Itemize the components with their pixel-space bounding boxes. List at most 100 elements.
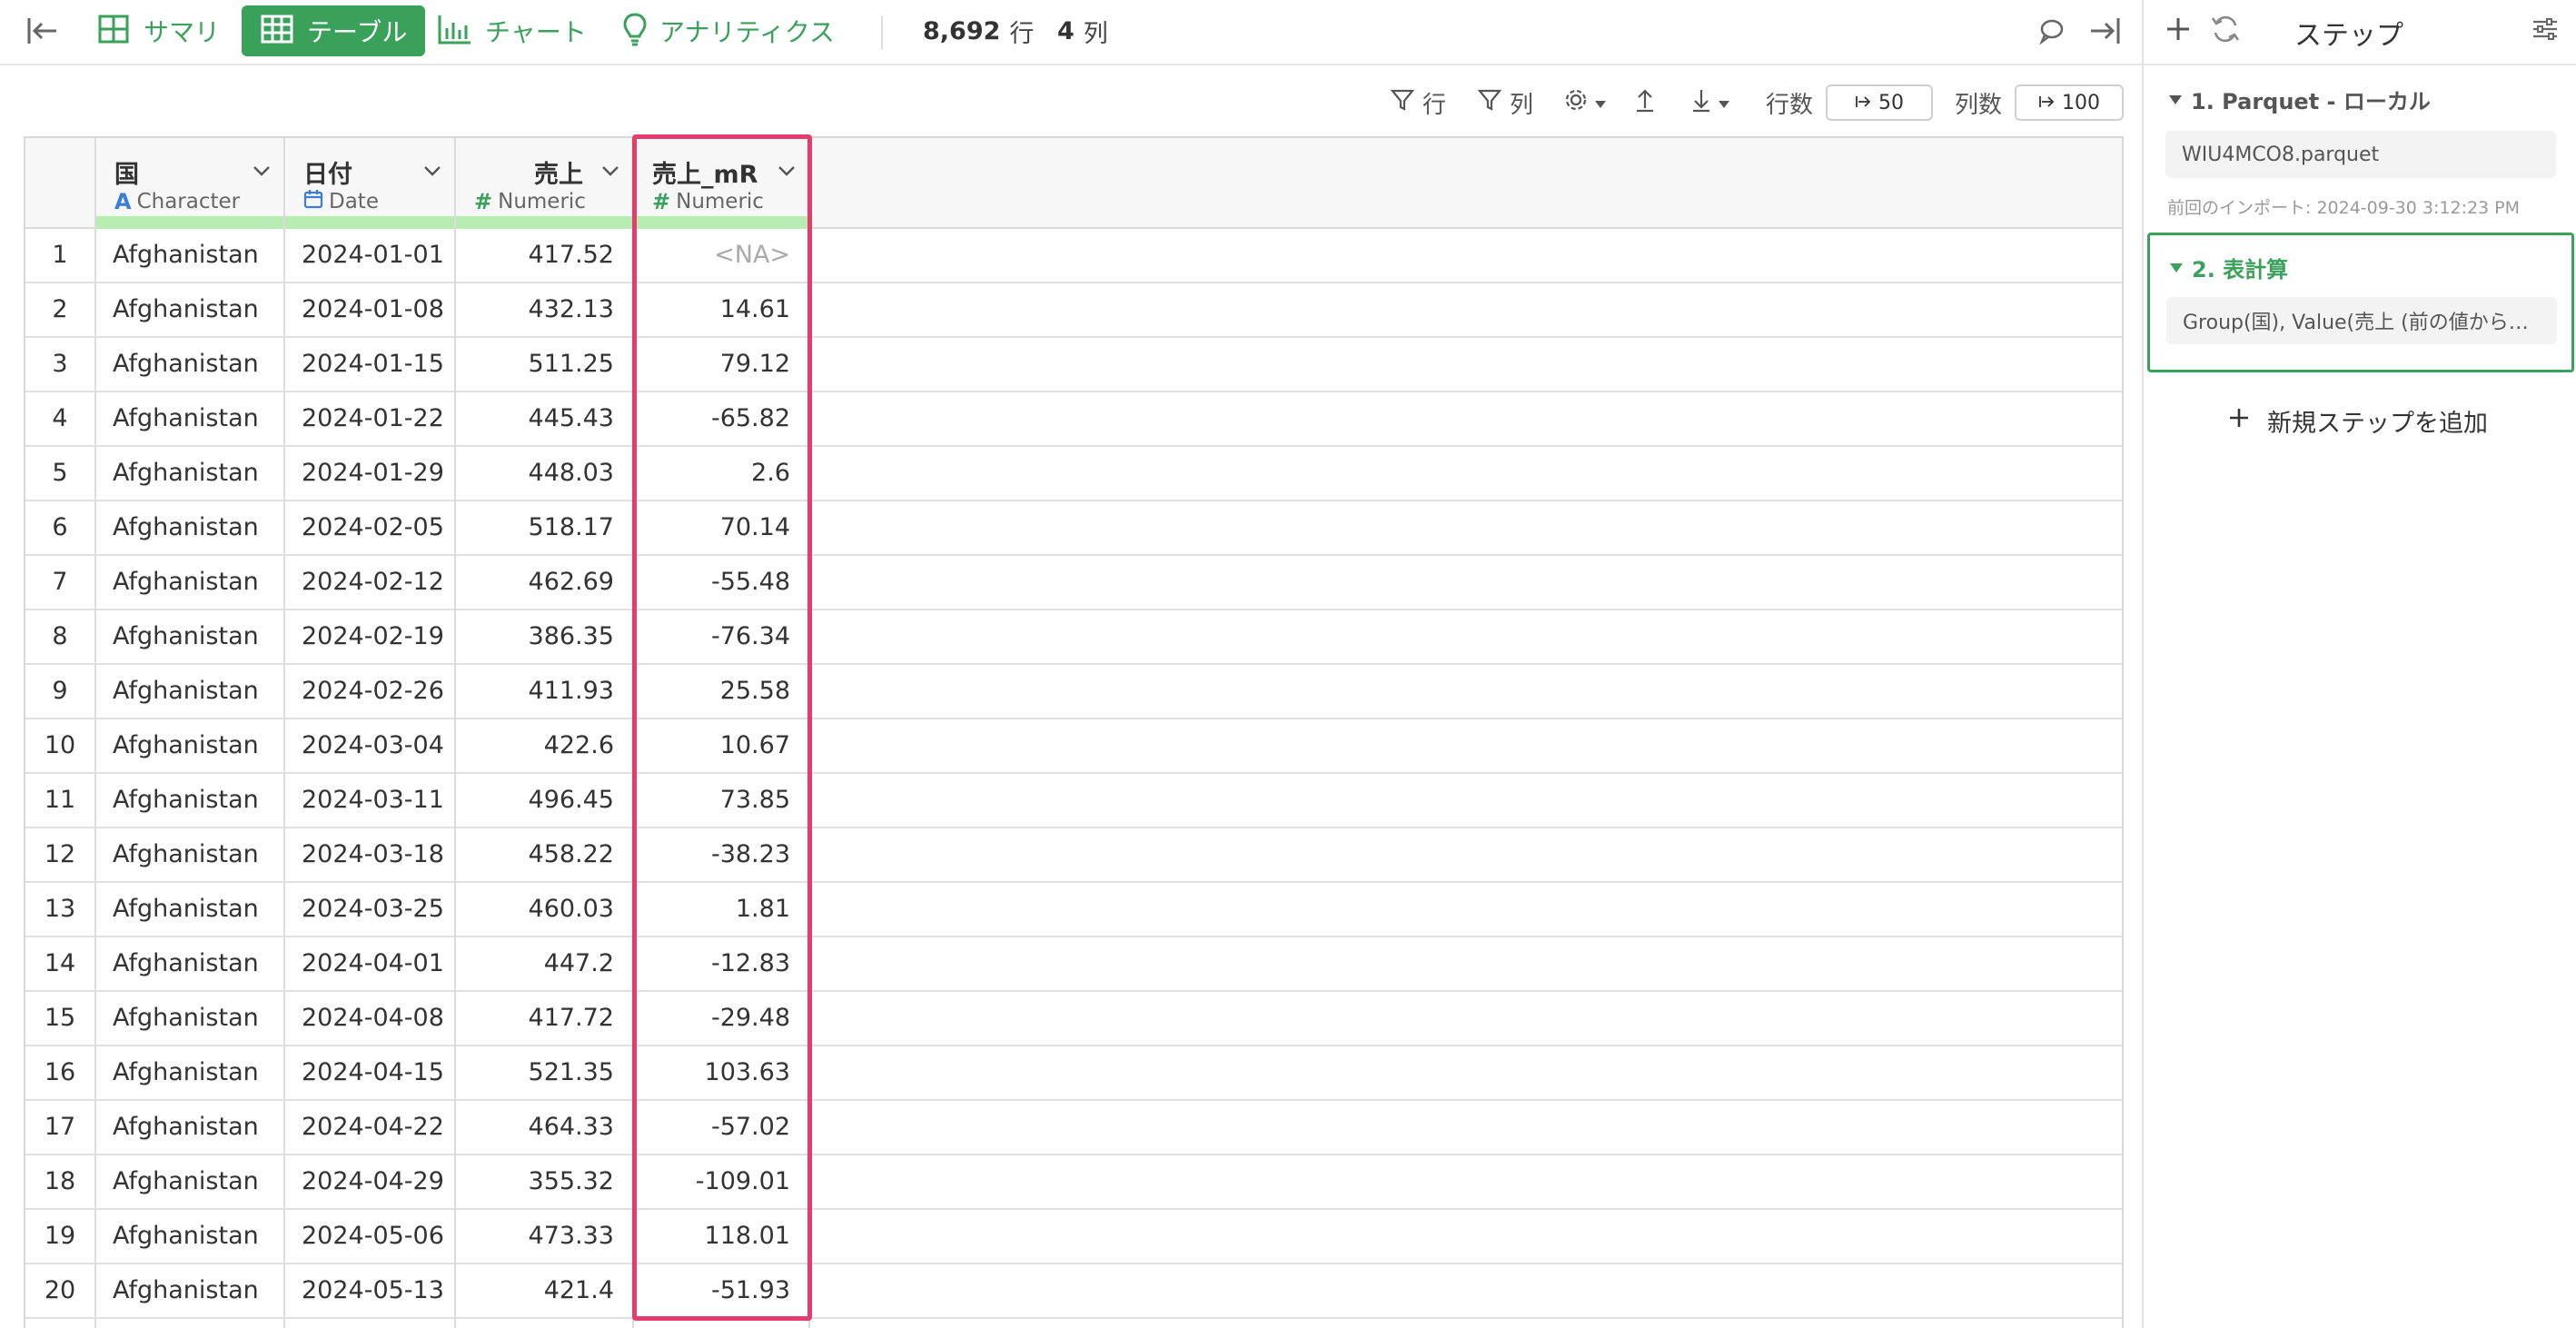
cell-sales-mr[interactable]: <NA> — [634, 229, 790, 282]
tab-table[interactable]: テーブル — [242, 5, 426, 56]
cell-sales[interactable]: 355.32 — [456, 1155, 614, 1208]
cell-sales[interactable]: 462.69 — [456, 556, 614, 609]
column-header-sales-mr[interactable]: 売上_mR # Numeric — [634, 138, 808, 229]
cell-country[interactable]: Afghanistan — [113, 1210, 283, 1263]
cell-date[interactable]: 2024-03-25 — [302, 883, 454, 936]
table-row[interactable]: 20 Afghanistan 2024-05-13 421.4 -51.93 — [25, 1264, 2122, 1319]
cell-country[interactable]: Afghanistan — [113, 665, 283, 718]
cell-date[interactable]: 2024-04-08 — [302, 992, 454, 1045]
chevron-down-icon[interactable] — [421, 160, 443, 182]
cell-sales-mr[interactable]: -109.01 — [634, 1155, 790, 1208]
tab-chart[interactable]: チャート — [436, 5, 587, 56]
table-row[interactable]: 10 Afghanistan 2024-03-04 422.6 10.67 — [25, 719, 2122, 774]
cell-country[interactable]: Afghanistan — [113, 937, 283, 990]
cell-country[interactable]: Afghanistan — [113, 719, 283, 772]
filter-rows-button[interactable]: 行 — [1390, 80, 1446, 125]
cell-sales[interactable]: 511.25 — [456, 338, 614, 391]
table-row[interactable]: 7 Afghanistan 2024-02-12 462.69 -55.48 — [25, 556, 2122, 610]
table-row[interactable]: 4 Afghanistan 2024-01-22 445.43 -65.82 — [25, 392, 2122, 447]
table-row[interactable]: 19 Afghanistan 2024-05-06 473.33 118.01 — [25, 1210, 2122, 1264]
cell-date[interactable]: 2024-03-18 — [302, 828, 454, 881]
column-header-country[interactable]: 国 A Character — [96, 138, 283, 229]
upload-button[interactable] — [1633, 80, 1657, 125]
table-row[interactable]: 18 Afghanistan 2024-04-29 355.32 -109.01 — [25, 1155, 2122, 1210]
cell-date[interactable]: 2024-03-11 — [302, 774, 454, 827]
cell-date[interactable]: 2024-04-29 — [302, 1155, 454, 1208]
cell-date[interactable]: 2024-01-29 — [302, 447, 454, 500]
cell-date[interactable]: 2024-01-15 — [302, 338, 454, 391]
column-header-date[interactable]: 日付 Date — [285, 138, 454, 229]
cell-country[interactable]: Afghanistan — [113, 992, 283, 1045]
step-1-body[interactable]: WIU4MCO8.parquet — [2165, 131, 2556, 178]
cell-sales-mr[interactable]: 10.67 — [634, 719, 790, 772]
cell-sales-mr[interactable]: -12.83 — [634, 937, 790, 990]
add-icon[interactable] — [2162, 13, 2195, 49]
table-row[interactable]: 5 Afghanistan 2024-01-29 448.03 2.6 — [25, 447, 2122, 501]
add-step-button[interactable]: 新規ステップを追加 — [2225, 403, 2488, 439]
cell-sales-mr[interactable]: -51.93 — [634, 1264, 790, 1317]
collapse-right-icon[interactable] — [2087, 5, 2124, 56]
cell-sales[interactable]: 518.17 — [456, 501, 614, 554]
cell-sales-mr[interactable]: 103.63 — [634, 1046, 790, 1099]
cell-date[interactable]: 2024-01-22 — [302, 392, 454, 445]
cell-date[interactable]: 2024-04-22 — [302, 1101, 454, 1154]
cell-date[interactable]: 2024-02-19 — [302, 610, 454, 663]
cell-sales-mr[interactable]: 118.01 — [634, 1210, 790, 1263]
cell-country[interactable]: Afghanistan — [113, 774, 283, 827]
cell-sales[interactable]: 458.22 — [456, 828, 614, 881]
cell-country[interactable]: Afghanistan — [113, 283, 283, 336]
cell-date[interactable]: 2024-02-26 — [302, 665, 454, 718]
cell-country[interactable]: Afghanistan — [113, 610, 283, 663]
step-1-title[interactable]: 1. Parquet - ローカル — [2169, 84, 2431, 115]
table-row[interactable]: 16 Afghanistan 2024-04-15 521.35 103.63 — [25, 1046, 2122, 1101]
cell-sales-mr[interactable]: 25.58 — [634, 665, 790, 718]
cell-sales[interactable]: 417.52 — [456, 229, 614, 282]
table-row[interactable]: 3 Afghanistan 2024-01-15 511.25 79.12 — [25, 338, 2122, 392]
sliders-icon[interactable] — [2531, 15, 2560, 47]
chevron-down-icon[interactable] — [599, 160, 621, 182]
cell-country[interactable]: Afghanistan — [113, 338, 283, 391]
cell-sales[interactable]: 445.43 — [456, 392, 614, 445]
column-header-sales[interactable]: 売上 # Numeric — [456, 138, 632, 229]
cell-sales[interactable]: 411.93 — [456, 665, 614, 718]
cell-date[interactable]: 2024-03-04 — [302, 719, 454, 772]
cell-sales[interactable]: 417.72 — [456, 992, 614, 1045]
cell-date[interactable]: 2024-04-01 — [302, 937, 454, 990]
cell-sales-mr[interactable]: 79.12 — [634, 338, 790, 391]
cell-sales[interactable]: 386.35 — [456, 610, 614, 663]
table-row[interactable]: 12 Afghanistan 2024-03-18 458.22 -38.23 — [25, 828, 2122, 883]
table-row[interactable]: 11 Afghanistan 2024-03-11 496.45 73.85 — [25, 774, 2122, 828]
cell-date[interactable]: 2024-01-01 — [302, 229, 454, 282]
cell-sales-mr[interactable]: -55.48 — [634, 556, 790, 609]
tab-summary[interactable]: サマリ — [96, 5, 220, 56]
cell-sales[interactable]: 464.33 — [456, 1101, 614, 1154]
download-dropdown[interactable] — [1689, 80, 1731, 125]
cell-sales-mr[interactable]: 70.14 — [634, 501, 790, 554]
cell-sales[interactable]: 460.03 — [456, 883, 614, 936]
chevron-down-icon[interactable] — [251, 160, 272, 182]
rows-limit-input[interactable]: 50 — [1826, 84, 1934, 121]
cell-sales[interactable]: 422.6 — [456, 719, 614, 772]
cell-date[interactable]: 2024-05-13 — [302, 1264, 454, 1317]
comment-icon[interactable] — [2038, 5, 2066, 56]
table-row[interactable]: 2 Afghanistan 2024-01-08 432.13 14.61 — [25, 283, 2122, 338]
cell-sales[interactable]: 448.03 — [456, 447, 614, 500]
cell-sales[interactable]: 521.35 — [456, 1046, 614, 1099]
step-2-body[interactable]: Group(国), Value(売上 (前の値から… — [2166, 297, 2557, 344]
cell-country[interactable]: Afghanistan — [113, 1101, 283, 1154]
cell-sales-mr[interactable]: -29.48 — [634, 992, 790, 1045]
cell-date[interactable]: 2024-02-12 — [302, 556, 454, 609]
cell-sales[interactable]: 421.4 — [456, 1264, 614, 1317]
cell-country[interactable]: Afghanistan — [113, 1155, 283, 1208]
cell-country[interactable]: Afghanistan — [113, 229, 283, 282]
table-row[interactable]: 1 Afghanistan 2024-01-01 417.52 <NA> — [25, 229, 2122, 283]
cell-sales[interactable]: 447.2 — [456, 937, 614, 990]
cell-sales-mr[interactable]: 14.61 — [634, 283, 790, 336]
step-2-title[interactable]: 2. 表計算 — [2170, 252, 2288, 283]
cell-sales[interactable]: 496.45 — [456, 774, 614, 827]
cell-date[interactable]: 2024-04-15 — [302, 1046, 454, 1099]
cell-country[interactable]: Afghanistan — [113, 501, 283, 554]
cell-sales[interactable]: 473.33 — [456, 1210, 614, 1263]
settings-dropdown[interactable] — [1562, 80, 1608, 125]
chevron-down-icon[interactable] — [776, 160, 798, 182]
